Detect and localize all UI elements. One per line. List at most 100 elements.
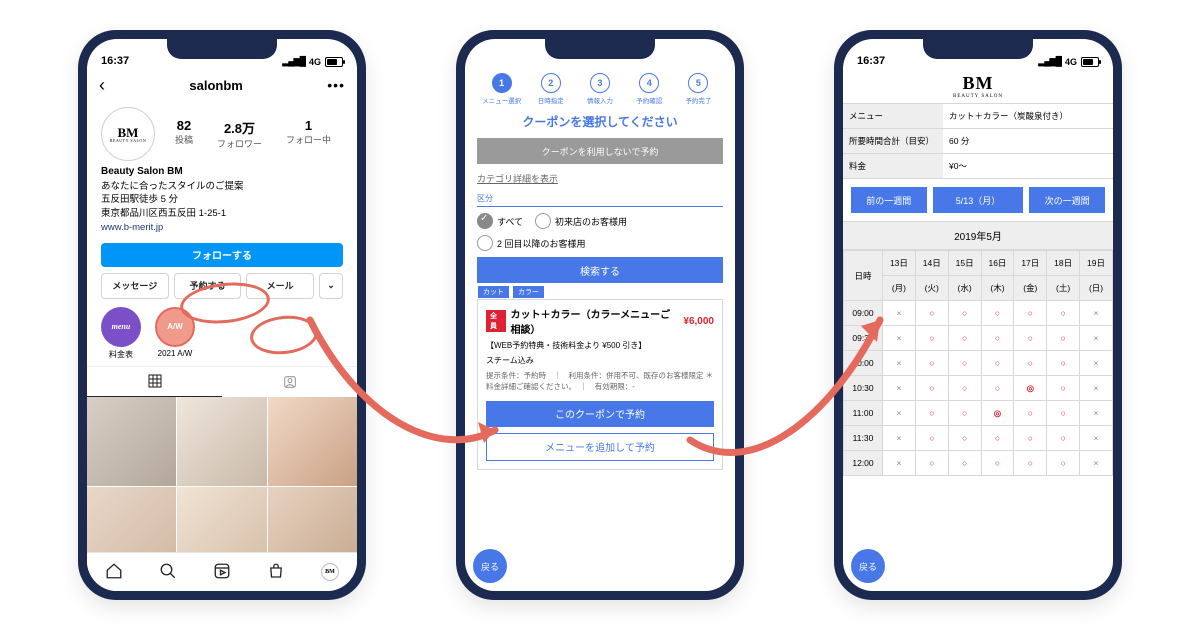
booking-summary: メニューカット＋カラー（炭酸泉付き）所要時間合計（目安）60 分料金¥0～	[843, 103, 1113, 179]
radio-all[interactable]: すべて	[477, 213, 523, 229]
slot-available[interactable]: ○	[948, 351, 981, 376]
coupon-subtitle: 【WEB予約特典・技術料金より ¥500 引き】	[486, 340, 714, 351]
profile-avatar[interactable]: BM BEAUTY SALON	[101, 107, 155, 161]
slot-available[interactable]: ○	[1047, 401, 1080, 426]
stat-column[interactable]: 1フォロー中	[286, 118, 331, 150]
slot-available[interactable]: ○	[915, 376, 948, 401]
slot-available[interactable]: ○	[915, 401, 948, 426]
more-suggestions-button[interactable]: ⌄	[319, 273, 343, 299]
slot-unavailable: ×	[883, 326, 916, 351]
slot-available[interactable]: ○	[948, 451, 981, 476]
slot-available[interactable]: ○	[981, 351, 1014, 376]
slot-unavailable: ×	[1080, 376, 1113, 401]
message-button[interactable]: メッセージ	[101, 273, 169, 299]
profile-display-name: Beauty Salon BM	[101, 165, 343, 180]
clock: 16:37	[857, 55, 885, 67]
slot-available[interactable]: ○	[1047, 451, 1080, 476]
highlight-story[interactable]: menu料金表	[101, 307, 141, 360]
slot-available[interactable]: ○	[981, 376, 1014, 401]
post-thumbnail[interactable]	[87, 397, 176, 486]
tagged-tab[interactable]	[222, 367, 357, 397]
grid-tab[interactable]	[87, 367, 222, 397]
reserve-button[interactable]: 予約する	[174, 273, 242, 299]
post-thumbnail[interactable]	[177, 397, 266, 486]
slot-available[interactable]: ○	[1014, 301, 1047, 326]
follow-button[interactable]: フォローする	[101, 243, 343, 267]
slot-unavailable: ×	[883, 426, 916, 451]
slot-available[interactable]: ○	[915, 451, 948, 476]
slot-available[interactable]: ○	[1014, 351, 1047, 376]
slot-available[interactable]: ○	[915, 326, 948, 351]
use-coupon-button[interactable]: このクーポンで予約	[486, 401, 714, 427]
slot-available[interactable]: ○	[1014, 451, 1047, 476]
reels-icon[interactable]	[213, 562, 231, 583]
slot-available[interactable]: ○	[915, 426, 948, 451]
stat-column[interactable]: 82投稿	[175, 118, 193, 150]
signal-bars-icon: ▂▄▆█	[282, 56, 305, 67]
slot-unavailable: ×	[883, 301, 916, 326]
salon-logo: BM BEAUTY SALON	[843, 67, 1113, 103]
slot-unavailable: ×	[883, 351, 916, 376]
network-label: 4G	[1065, 57, 1077, 67]
slot-available[interactable]: ○	[915, 301, 948, 326]
slot-available[interactable]: ○	[1014, 326, 1047, 351]
signal-bars-icon: ▂▄▆█	[1038, 56, 1061, 67]
mail-button[interactable]: メール	[246, 273, 314, 299]
phone-coupon-select: 1メニュー選択2日時指定3情報入力4予約確認5予約完了 クーポンを選択してくださ…	[456, 30, 744, 600]
back-fab[interactable]: 戻る	[473, 549, 507, 583]
search-icon[interactable]	[159, 562, 177, 583]
back-icon[interactable]: ‹	[99, 75, 105, 96]
radio-first-visit[interactable]: 初来店のお客様用	[535, 213, 627, 229]
prev-week-button[interactable]: 前の一週間	[851, 187, 927, 213]
slot-available[interactable]: ○	[948, 301, 981, 326]
slot-available[interactable]: ○	[981, 451, 1014, 476]
add-menu-button[interactable]: メニューを追加して予約	[486, 433, 714, 461]
slot-available[interactable]: ○	[1047, 376, 1080, 401]
coupon-price: ¥6,000	[683, 316, 714, 327]
slot-available[interactable]: ○	[948, 401, 981, 426]
coupon-name: カット＋カラー（カラーメニューご相談）	[510, 306, 679, 336]
more-icon[interactable]: •••	[327, 77, 345, 93]
slot-available[interactable]: ○	[1014, 401, 1047, 426]
profile-link[interactable]: www.b-merit.jp	[101, 221, 343, 235]
post-thumbnail[interactable]	[268, 397, 357, 486]
category-detail-link[interactable]: カテゴリ詳細を表示	[477, 172, 723, 185]
highlight-story[interactable]: A/W2021 A/W	[155, 307, 195, 360]
back-fab[interactable]: 戻る	[851, 549, 885, 583]
home-icon[interactable]	[105, 562, 123, 583]
slot-available[interactable]: ○	[1047, 326, 1080, 351]
search-button[interactable]: 検索する	[477, 257, 723, 283]
phone-calendar: 16:37 ▂▄▆█ 4G BM BEAUTY SALON メニューカット＋カラ…	[834, 30, 1122, 600]
slot-available[interactable]: ○	[981, 326, 1014, 351]
slot-available[interactable]: ○	[1047, 301, 1080, 326]
stat-column[interactable]: 2.8万フォロワー	[217, 118, 262, 150]
post-grid	[87, 397, 357, 577]
slot-available[interactable]: ○	[915, 351, 948, 376]
coupon-conditions: 提示条件：予約時 ｜ 利用条件：併用不可、既存のお客様限定 ＊料金詳細ご確認くだ…	[486, 370, 714, 393]
slot-unavailable: ×	[1080, 326, 1113, 351]
slot-available[interactable]: ○	[1014, 426, 1047, 451]
slot-available[interactable]: ◎	[1014, 376, 1047, 401]
current-date-button[interactable]: 5/13（月）	[933, 187, 1024, 213]
tagged-icon	[282, 374, 298, 390]
slot-available[interactable]: ○	[1047, 351, 1080, 376]
battery-icon	[1081, 57, 1099, 67]
shop-icon[interactable]	[267, 562, 285, 583]
slot-unavailable: ×	[883, 376, 916, 401]
slot-available[interactable]: ○	[1047, 426, 1080, 451]
slot-available[interactable]: ○	[948, 376, 981, 401]
no-coupon-button[interactable]: クーポンを利用しないで予約	[477, 138, 723, 164]
slot-available[interactable]: ◎	[981, 401, 1014, 426]
slot-available[interactable]: ○	[948, 326, 981, 351]
slot-unavailable: ×	[1080, 351, 1113, 376]
slot-available[interactable]: ○	[981, 301, 1014, 326]
next-week-button[interactable]: 次の一週間	[1029, 187, 1105, 213]
slot-available[interactable]: ○	[981, 426, 1014, 451]
profile-tab-icon[interactable]: BM	[321, 563, 339, 581]
radio-repeat-visit[interactable]: 2 回目以降のお客様用	[477, 235, 586, 251]
phone-instagram-profile: 16:37 ▂▄▆█ 4G ‹ salonbm ••• BM BEAUTY SA…	[78, 30, 366, 600]
battery-icon	[325, 57, 343, 67]
slot-available[interactable]: ○	[948, 426, 981, 451]
profile-bio: あなたに合ったスタイルのご提案五反田駅徒歩 5 分東京都品川区西五反田 1-25…	[101, 180, 343, 221]
slot-unavailable: ×	[883, 401, 916, 426]
